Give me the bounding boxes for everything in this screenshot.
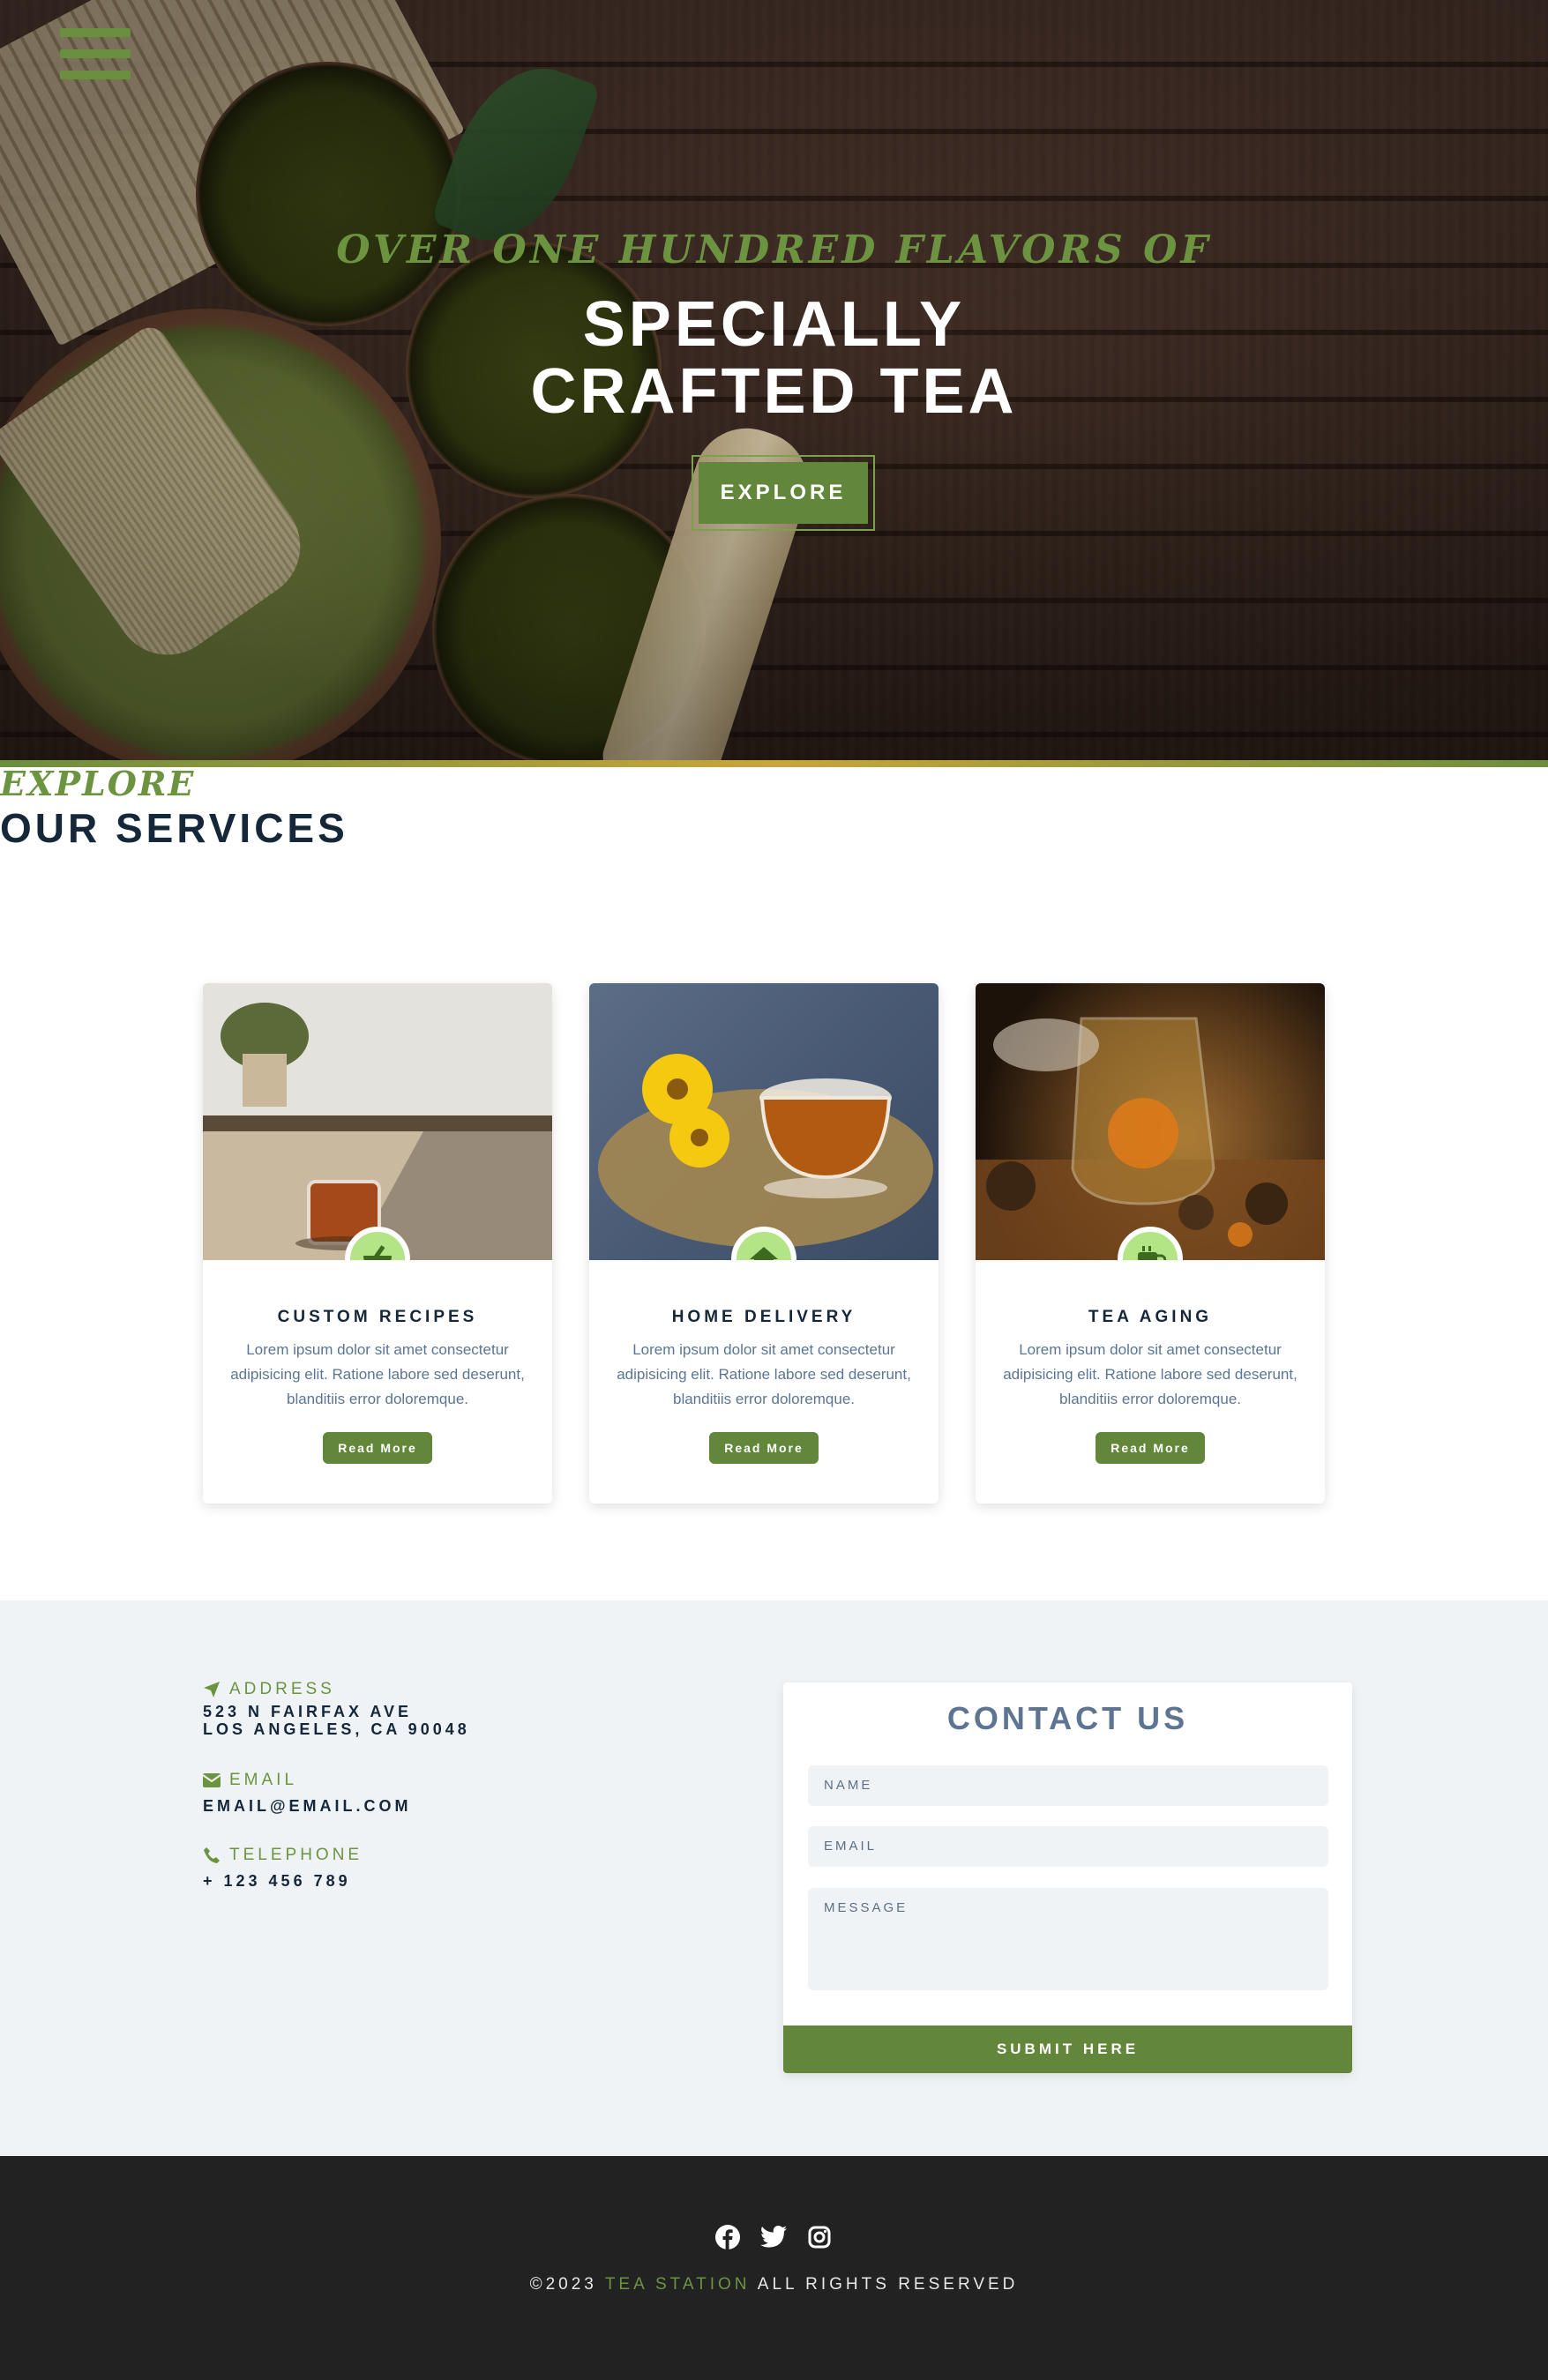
footer: [0, 2156, 1548, 2380]
address-line1: 523 N FAIRFAX AVE: [203, 1703, 413, 1720]
service-card-text: Lorem ipsum dolor sit amet consectetur a…: [617, 1341, 911, 1407]
social-links: [714, 2224, 833, 2250]
hero-title-line2: CRAFTED TEA: [530, 356, 1018, 427]
envelope-icon: [203, 1773, 221, 1787]
name-input[interactable]: NAME: [808, 1765, 1328, 1806]
service-card-home-delivery: HOME DELIVERY Lorem ipsum dolor sit amet…: [589, 983, 939, 1503]
service-card-image: [203, 983, 552, 1260]
twitter-icon[interactable]: [760, 2224, 787, 2250]
services-kicker: EXPLORE: [0, 764, 196, 803]
service-card-text: Lorem ipsum dolor sit amet consectetur a…: [1003, 1341, 1297, 1407]
contact-form-title: CONTACT US: [946, 1700, 1189, 1736]
hero-subtitle: OVER ONE HUNDRED FLAVORS OF: [336, 228, 1212, 272]
address-line2: LOS ANGELES, CA 90048: [203, 1720, 470, 1738]
hamburger-menu-icon[interactable]: [60, 28, 131, 92]
email-label: EMAIL: [203, 1771, 412, 1790]
hero-title-line1: SPECIALLY: [582, 289, 966, 360]
telephone-label: TELEPHONE: [203, 1846, 363, 1865]
read-more-button[interactable]: Read More: [1096, 1432, 1205, 1464]
service-card-text: Lorem ipsum dolor sit amet consectetur a…: [230, 1341, 525, 1407]
telephone-block: TELEPHONE + 123 456 789: [203, 1846, 363, 1890]
facebook-icon[interactable]: [714, 2224, 741, 2250]
hero-section: OVER ONE HUNDRED FLAVORS OF SPECIALLY CR…: [0, 0, 1548, 760]
contact-form: CONTACT US NAME EMAIL MESSAGE SUBMIT HER…: [783, 1682, 1352, 2073]
service-card-image: [589, 983, 939, 1260]
service-card-image: [976, 983, 1325, 1260]
hero-title: SPECIALLY CRAFTED TEA: [0, 291, 1548, 425]
email-value: EMAIL@EMAIL.COM: [203, 1797, 412, 1815]
service-card-tea-aging: TEA AGING Lorem ipsum dolor sit amet con…: [976, 983, 1325, 1503]
address-label: ADDRESS: [203, 1680, 470, 1699]
instagram-icon[interactable]: [806, 2224, 833, 2250]
email-block: EMAIL EMAIL@EMAIL.COM: [203, 1771, 412, 1815]
message-textarea[interactable]: MESSAGE: [808, 1888, 1328, 1990]
explore-button[interactable]: EXPLORE: [692, 455, 875, 531]
hero-divider: [0, 760, 1548, 767]
service-card-title: CUSTOM RECIPES: [277, 1308, 478, 1326]
service-card-custom-recipes: CUSTOM RECIPES Lorem ipsum dolor sit ame…: [203, 983, 552, 1503]
submit-button[interactable]: SUBMIT HERE: [783, 2026, 1352, 2073]
read-more-button[interactable]: Read More: [709, 1432, 819, 1464]
phone-icon: [204, 1847, 220, 1863]
service-card-title: TEA AGING: [1088, 1308, 1213, 1326]
read-more-button[interactable]: Read More: [323, 1432, 432, 1464]
copyright-suffix: ALL RIGHTS RESERVED: [757, 2275, 1019, 2294]
service-card-title: HOME DELIVERY: [671, 1308, 856, 1326]
services-title: OUR SERVICES: [0, 805, 348, 851]
email-input[interactable]: EMAIL: [808, 1826, 1328, 1867]
brand-name[interactable]: TEA STATION: [605, 2275, 751, 2294]
location-arrow-icon: [204, 1682, 220, 1697]
explore-button-label: EXPLORE: [699, 462, 868, 524]
copyright: ©2023 TEA STATION ALL RIGHTS RESERVED: [0, 2275, 1548, 2294]
copyright-year: ©2023: [529, 2275, 597, 2294]
telephone-value: + 123 456 789: [203, 1872, 351, 1890]
address-block: ADDRESS 523 N FAIRFAX AVE LOS ANGELES, C…: [203, 1680, 470, 1738]
